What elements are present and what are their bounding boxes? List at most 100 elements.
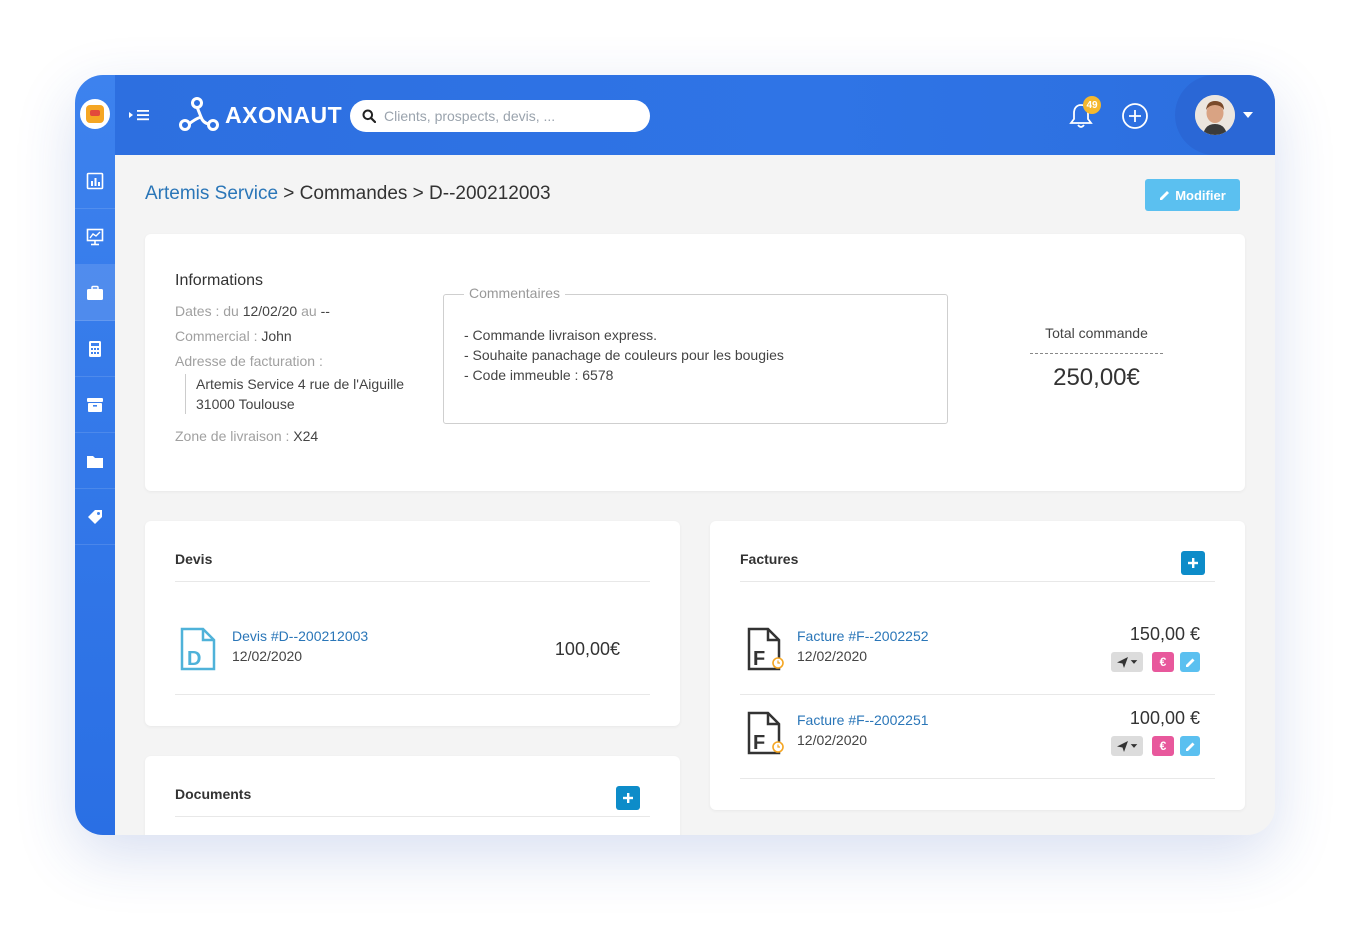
dates-mid: au bbox=[297, 303, 321, 319]
facture-document-icon: F bbox=[747, 711, 784, 755]
chevron-down-icon bbox=[1130, 660, 1137, 664]
edit-facture-button[interactable] bbox=[1180, 736, 1200, 756]
factures-card: Factures F Facture #F--2002252 12/02/202… bbox=[710, 521, 1245, 810]
modifier-button[interactable]: Modifier bbox=[1145, 179, 1240, 211]
payment-button[interactable]: € bbox=[1152, 652, 1174, 672]
plus-icon bbox=[623, 793, 633, 803]
total-separator bbox=[1030, 353, 1163, 354]
global-search[interactable] bbox=[350, 100, 650, 132]
facture-date: 12/02/2020 bbox=[797, 732, 868, 748]
comments-text: - Commande livraison express. - Souhaite… bbox=[464, 325, 784, 385]
chevron-down-icon bbox=[1130, 744, 1137, 748]
notification-badge: 49 bbox=[1083, 96, 1101, 114]
axonaut-logo-icon bbox=[179, 97, 219, 131]
facture-amount: 100,00 € bbox=[1129, 708, 1200, 728]
search-icon bbox=[362, 109, 376, 123]
menu-toggle-icon[interactable] bbox=[127, 107, 155, 123]
brand-name: AXONAUT bbox=[225, 101, 343, 128]
facture-link[interactable]: Facture #F--2002251 bbox=[797, 712, 929, 728]
app-window: AXONAUT 49 bbox=[75, 75, 1275, 835]
delivery-label: Zone de livraison : bbox=[175, 428, 294, 444]
devis-amount: 100,00€ bbox=[554, 639, 620, 659]
devis-link[interactable]: Devis #D--200212003 bbox=[232, 628, 368, 644]
informations-title: Informations bbox=[175, 272, 264, 289]
sidebar bbox=[75, 75, 115, 835]
divider bbox=[740, 694, 1215, 695]
comments-legend: Commentaires bbox=[464, 285, 566, 301]
sidebar-item-archive[interactable] bbox=[75, 377, 115, 433]
delivery-value: X24 bbox=[293, 428, 319, 444]
comment-line: - Commande livraison express. bbox=[464, 327, 657, 343]
devis-title: Devis bbox=[175, 551, 213, 567]
billing-line-2: 31000 Toulouse bbox=[196, 396, 295, 412]
comment-line: - Code immeuble : 6578 bbox=[464, 367, 614, 383]
brand[interactable]: AXONAUT bbox=[179, 93, 342, 137]
sidebar-item-documents[interactable] bbox=[75, 433, 115, 489]
send-dropdown-button[interactable] bbox=[1111, 652, 1143, 672]
sidebar-item-presentation[interactable] bbox=[75, 209, 115, 265]
euro-icon: € bbox=[1159, 739, 1167, 753]
main-content: Artemis Service > Commandes > D--2002120… bbox=[115, 155, 1275, 835]
breadcrumb: Artemis Service > Commandes > D--2002120… bbox=[145, 183, 551, 205]
svg-text:D: D bbox=[187, 648, 201, 670]
total-value: 250,00€ bbox=[1053, 364, 1140, 391]
documents-title: Documents bbox=[175, 786, 252, 802]
archive-icon bbox=[87, 397, 103, 412]
info-dates: Dates : du 12/02/20 au -- bbox=[175, 303, 330, 319]
company-logo[interactable] bbox=[80, 99, 110, 129]
folder-icon bbox=[87, 455, 103, 468]
dates-from: 12/02/20 bbox=[242, 303, 298, 319]
avatar[interactable] bbox=[1195, 95, 1235, 135]
comments-box: Commentaires - Commande livraison expres… bbox=[443, 285, 948, 424]
devis-card: Devis D Devis #D--200212003 12/02/2020 1… bbox=[145, 521, 680, 726]
informations-card: Informations Dates : du 12/02/20 au -- C… bbox=[145, 234, 1245, 491]
sidebar-item-commercial[interactable] bbox=[75, 265, 115, 321]
dates-label: Dates : du bbox=[175, 303, 243, 319]
facture-amount: 150,00 € bbox=[1129, 624, 1200, 644]
info-delivery: Zone de livraison : X24 bbox=[175, 428, 318, 444]
breadcrumb-rest: > Commandes > D--200212003 bbox=[278, 183, 551, 204]
briefcase-icon bbox=[87, 285, 103, 300]
avatar-portrait-icon bbox=[1195, 95, 1235, 135]
company-logo-mark bbox=[86, 105, 104, 123]
commercial-label: Commercial : bbox=[175, 328, 262, 344]
billing-line-1: Artemis Service 4 rue de l'Aiguille bbox=[196, 376, 405, 392]
add-facture-button[interactable] bbox=[1181, 551, 1205, 575]
breadcrumb-company-link[interactable]: Artemis Service bbox=[145, 183, 278, 204]
info-billing-label: Adresse de facturation : bbox=[175, 353, 323, 369]
dates-to: -- bbox=[320, 303, 330, 319]
calculator-icon bbox=[89, 340, 101, 357]
top-bar: AXONAUT 49 bbox=[115, 75, 1275, 155]
divider bbox=[740, 778, 1215, 779]
modifier-label: Modifier bbox=[1175, 187, 1226, 203]
send-dropdown-button[interactable] bbox=[1111, 736, 1143, 756]
edit-facture-button[interactable] bbox=[1180, 652, 1200, 672]
factures-title: Factures bbox=[740, 551, 799, 567]
presentation-chart-icon bbox=[86, 228, 104, 245]
sidebar-item-accounting[interactable] bbox=[75, 321, 115, 377]
info-commercial: Commercial : John bbox=[175, 328, 292, 344]
user-menu[interactable] bbox=[1175, 75, 1275, 155]
pencil-icon bbox=[1160, 191, 1170, 200]
plus-icon bbox=[1188, 558, 1198, 568]
pencil-icon bbox=[1185, 742, 1194, 751]
devis-date: 12/02/2020 bbox=[232, 648, 303, 664]
total-label: Total commande bbox=[1045, 325, 1148, 341]
plus-circle-icon[interactable] bbox=[1121, 102, 1149, 130]
svg-text:F: F bbox=[753, 648, 765, 670]
comment-line: - Souhaite panachage de couleurs pour le… bbox=[464, 347, 784, 363]
paper-plane-icon bbox=[1116, 740, 1128, 752]
commercial-value: John bbox=[261, 328, 292, 344]
devis-document-icon: D bbox=[180, 627, 216, 671]
facture-document-icon: F bbox=[747, 627, 784, 671]
pencil-icon bbox=[1185, 658, 1194, 667]
divider bbox=[740, 581, 1215, 582]
chevron-down-icon[interactable] bbox=[1243, 112, 1253, 118]
add-document-button[interactable] bbox=[616, 786, 640, 810]
svg-text:F: F bbox=[753, 732, 765, 754]
facture-link[interactable]: Facture #F--2002252 bbox=[797, 628, 929, 644]
payment-button[interactable]: € bbox=[1152, 736, 1174, 756]
search-input[interactable] bbox=[384, 108, 634, 124]
sidebar-item-products[interactable] bbox=[75, 489, 115, 545]
sidebar-item-dashboard[interactable] bbox=[75, 153, 115, 209]
